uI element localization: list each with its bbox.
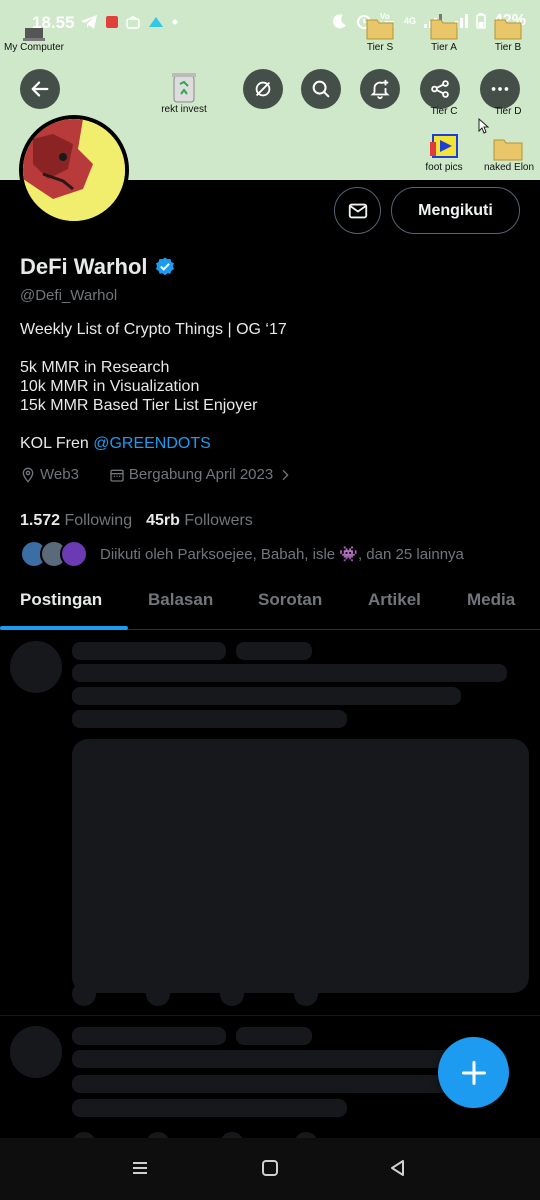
tab-posts[interactable]: Postingan bbox=[20, 590, 102, 610]
tab-highlights[interactable]: Sorotan bbox=[258, 590, 322, 610]
grok-icon bbox=[255, 81, 271, 97]
join-date: Bergabung April 2023 bbox=[128, 466, 274, 483]
media-icon: foot pics bbox=[422, 132, 466, 173]
location-pin-icon bbox=[22, 467, 34, 483]
battery-icon bbox=[476, 13, 486, 29]
active-tab-indicator bbox=[0, 626, 128, 630]
display-name: DeFi Warhol bbox=[20, 254, 148, 279]
arrow-left-icon bbox=[31, 81, 49, 97]
bell-plus-icon bbox=[370, 79, 390, 100]
cursor-icon bbox=[478, 118, 490, 134]
mention-link[interactable]: @GREENDOTS bbox=[93, 435, 211, 452]
message-button[interactable] bbox=[334, 187, 381, 234]
handle: @Defi_Warhol bbox=[20, 287, 118, 304]
notify-button[interactable] bbox=[360, 69, 400, 109]
divider bbox=[0, 1015, 540, 1016]
share-button[interactable] bbox=[420, 69, 460, 109]
bio-line: Weekly List of Crypto Things | OG ‘17 bbox=[20, 321, 287, 338]
network-label: 4G bbox=[403, 16, 416, 26]
recents-icon[interactable] bbox=[130, 1158, 150, 1178]
verified-badge-icon bbox=[155, 257, 174, 276]
compose-button[interactable] bbox=[438, 1037, 509, 1108]
following-stat[interactable]: 1.572 Following bbox=[20, 512, 132, 530]
plus-icon bbox=[461, 1060, 486, 1085]
more-dots-icon bbox=[491, 87, 509, 91]
profile-tabs: Postingan Balasan Sorotan Artikel Media bbox=[0, 584, 540, 630]
mail-icon bbox=[348, 203, 367, 218]
followers-stat[interactable]: 45rb Followers bbox=[146, 512, 253, 530]
grok-button[interactable] bbox=[243, 69, 283, 109]
bio-line: 15k MMR Based Tier List Enjoyer bbox=[20, 397, 258, 414]
tab-articles[interactable]: Artikel bbox=[368, 590, 421, 610]
calendar-icon bbox=[110, 469, 124, 482]
followed-by[interactable]: Diikuti oleh Parksoejee, Babah, isle 👾, … bbox=[20, 540, 464, 568]
tab-replies[interactable]: Balasan bbox=[148, 590, 213, 610]
bio-line: 10k MMR in Visualization bbox=[20, 378, 200, 395]
shop-icon bbox=[126, 16, 140, 29]
bio-line: 5k MMR in Research bbox=[20, 359, 170, 376]
avatar bbox=[60, 540, 88, 568]
recycle-bin-icon: rekt invest bbox=[160, 70, 208, 115]
system-navigation-bar bbox=[0, 1138, 540, 1200]
bio-line: KOL Fren @GREENDOTS bbox=[20, 435, 211, 452]
profile-avatar[interactable] bbox=[19, 115, 129, 225]
app-icon bbox=[149, 17, 163, 27]
home-icon[interactable] bbox=[260, 1158, 280, 1178]
moon-icon bbox=[332, 14, 346, 29]
folder-icon: Tier B bbox=[490, 12, 526, 53]
my-computer-icon: My Computer bbox=[4, 28, 64, 53]
folder-icon: Tier A bbox=[426, 12, 462, 53]
tab-media[interactable]: Media bbox=[467, 590, 515, 610]
search-button[interactable] bbox=[301, 69, 341, 109]
search-icon bbox=[312, 80, 330, 98]
app-icon bbox=[106, 16, 118, 28]
dot-icon bbox=[172, 19, 178, 25]
profile-meta: Web3 Bergabung April 2023 bbox=[20, 466, 293, 483]
bio: Weekly List of Crypto Things | OG ‘17 5k… bbox=[20, 320, 287, 453]
more-button[interactable] bbox=[480, 69, 520, 109]
telegram-icon bbox=[81, 15, 97, 29]
folder-icon: Tier S bbox=[362, 12, 398, 53]
followed-by-text: Diikuti oleh Parksoejee, Babah, isle 👾, … bbox=[100, 546, 464, 563]
location: Web3 bbox=[40, 466, 79, 483]
chevron-right-icon[interactable] bbox=[277, 467, 293, 483]
back-button[interactable] bbox=[20, 69, 60, 109]
display-name-row: DeFi Warhol bbox=[20, 254, 176, 280]
following-button[interactable]: Mengikuti bbox=[391, 187, 520, 234]
folder-icon: naked Elon bbox=[484, 132, 534, 173]
follow-stats: 1.572 Following 45rb Followers bbox=[20, 512, 253, 530]
back-nav-icon[interactable] bbox=[388, 1158, 408, 1178]
share-icon bbox=[431, 80, 449, 98]
